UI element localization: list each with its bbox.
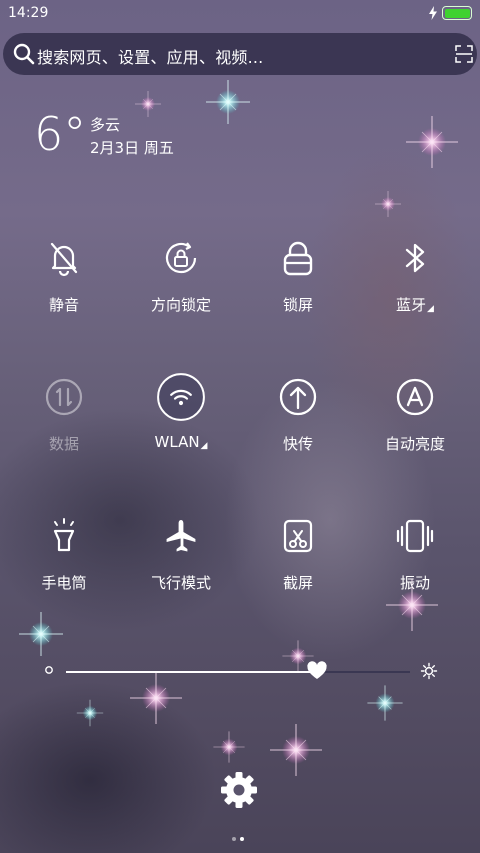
page-indicator (232, 826, 248, 845)
toggle-label: 蓝牙◢ (396, 296, 434, 314)
settings-gear-icon[interactable] (220, 771, 258, 809)
toggle-silent[interactable]: 静音 (9, 236, 119, 336)
toggle-label: WLAN◢ (154, 433, 208, 451)
toggle-auto-brightness[interactable]: 自动亮度 (360, 375, 470, 475)
quick-transfer-icon (279, 378, 317, 416)
charging-icon (429, 6, 437, 20)
brightness-high-icon (420, 662, 438, 680)
toggle-flashlight[interactable]: 手电筒 (9, 514, 119, 614)
status-bar: 14:29 (0, 0, 480, 28)
rotation-lock-icon (165, 242, 197, 274)
toggle-label: 静音 (48, 296, 79, 314)
toggle-label: 手电筒 (41, 574, 87, 592)
bluetooth-icon (405, 243, 425, 273)
scan-icon[interactable] (455, 45, 473, 63)
wifi-icon (157, 373, 205, 421)
vibrate-icon (396, 519, 434, 553)
weather-date: 2月3日 周五 (90, 139, 174, 157)
toggle-label: 截屏 (282, 574, 313, 592)
toggle-rotation-lock[interactable]: 方向锁定 (126, 236, 236, 336)
brightness-fill (66, 671, 318, 673)
weather-condition: 多云 (90, 116, 121, 134)
toggle-screenshot[interactable]: 截屏 (243, 514, 353, 614)
submenu-indicator-icon: ◢ (200, 441, 208, 451)
page-dot[interactable] (232, 837, 236, 841)
lock-icon (283, 241, 313, 276)
brightness-slider[interactable] (66, 661, 410, 679)
toggle-label: 振动 (399, 574, 430, 592)
toggle-bluetooth[interactable]: 蓝牙◢ (360, 236, 470, 336)
brightness-low-icon (45, 666, 53, 674)
toggle-quick-transfer[interactable]: 快传 (243, 375, 353, 475)
auto-brightness-icon (396, 378, 434, 416)
toggle-label: 自动亮度 (384, 435, 445, 453)
search-icon (13, 43, 35, 65)
heart-icon[interactable] (306, 660, 328, 682)
toggle-label: 方向锁定 (150, 296, 211, 314)
bell-off-icon (50, 242, 78, 277)
submenu-indicator-icon: ◢ (427, 304, 434, 314)
battery-level (444, 8, 470, 18)
toggle-label: 快传 (282, 435, 313, 453)
toggle-vibrate[interactable]: 振动 (360, 514, 470, 614)
screenshot-icon (283, 519, 313, 553)
mobile-data-icon (45, 378, 83, 416)
toggle-label: 飞行模式 (150, 574, 211, 592)
search-bar[interactable]: 搜索网页、设置、应用、视频... (3, 33, 477, 75)
toggle-lock-screen[interactable]: 锁屏 (243, 236, 353, 336)
toggle-airplane-mode[interactable]: 飞行模式 (126, 514, 236, 614)
page-dot-active[interactable] (240, 837, 244, 841)
toggle-label: 锁屏 (282, 296, 313, 314)
airplane-icon (166, 520, 196, 552)
toggle-wlan[interactable]: WLAN◢ (126, 373, 236, 475)
toggle-mobile-data[interactable]: 数据 (9, 375, 119, 475)
toggle-label: 数据 (48, 435, 79, 453)
flashlight-icon (53, 518, 75, 552)
status-time: 14:29 (8, 5, 49, 21)
weather-temperature: 6° (34, 107, 87, 161)
search-placeholder[interactable]: 搜索网页、设置、应用、视频... (37, 44, 263, 68)
battery-icon (442, 6, 472, 20)
